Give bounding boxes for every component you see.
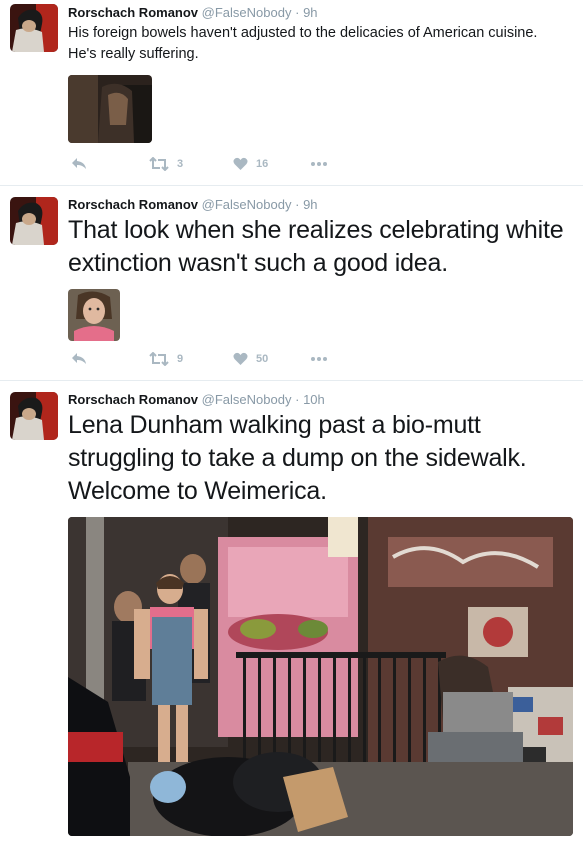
timestamp[interactable]: 9h: [303, 197, 317, 212]
reply-button[interactable]: [71, 155, 87, 173]
heart-icon: [233, 352, 248, 365]
retweet-button[interactable]: 3: [149, 155, 183, 173]
like-button[interactable]: 16: [233, 155, 268, 173]
retweet-icon: [149, 157, 169, 171]
tweet-text: His foreign bowels haven't adjusted to t…: [68, 25, 538, 62]
more-icon: [311, 357, 327, 361]
tweet-1[interactable]: Rorschach Romanov @FalseNobody · 9h His …: [0, 0, 583, 186]
avatar[interactable]: [10, 4, 58, 52]
more-button[interactable]: [310, 350, 328, 368]
separator-dot: ·: [295, 197, 300, 212]
avatar[interactable]: [10, 392, 58, 440]
like-count: 50: [256, 353, 269, 365]
more-icon: [311, 162, 327, 166]
heart-icon: [233, 157, 248, 170]
author-handle[interactable]: @FalseNobody: [202, 197, 292, 212]
media-thumbnail[interactable]: [68, 75, 152, 143]
more-button[interactable]: [310, 155, 328, 173]
tweet-2[interactable]: Rorschach Romanov @FalseNobody · 9h That…: [0, 186, 583, 381]
media-thumbnail[interactable]: [68, 289, 120, 341]
tweet-text: Lena Dunham walking past a bio-mutt stru…: [68, 411, 527, 505]
reply-button[interactable]: [71, 350, 87, 368]
author-handle[interactable]: @FalseNobody: [202, 5, 292, 20]
author-name[interactable]: Rorschach Romanov: [68, 197, 198, 212]
retweet-count: 3: [177, 158, 184, 170]
tweet-actions: 9 50: [68, 350, 368, 370]
tweet-text: That look when she realizes celebrating …: [68, 216, 564, 277]
tweet-actions: 3 16: [68, 155, 368, 175]
author-name[interactable]: Rorschach Romanov: [68, 392, 198, 407]
reply-icon: [72, 158, 86, 169]
retweet-count: 9: [177, 353, 184, 365]
timestamp[interactable]: 9h: [303, 5, 317, 20]
tweet-header: Rorschach Romanov @FalseNobody · 9h: [68, 5, 318, 20]
reply-icon: [72, 353, 86, 364]
author-handle[interactable]: @FalseNobody: [202, 392, 292, 407]
avatar[interactable]: [10, 197, 58, 245]
like-button[interactable]: 50: [233, 350, 268, 368]
timestamp[interactable]: 10h: [303, 392, 325, 407]
separator-dot: ·: [295, 392, 300, 407]
tweet-header: Rorschach Romanov @FalseNobody · 9h: [68, 197, 318, 212]
separator-dot: ·: [295, 5, 300, 20]
tweet-header: Rorschach Romanov @FalseNobody · 10h: [68, 392, 325, 407]
like-count: 16: [256, 158, 269, 170]
media-photo[interactable]: [68, 517, 573, 836]
author-name[interactable]: Rorschach Romanov: [68, 5, 198, 20]
tweet-3[interactable]: Rorschach Romanov @FalseNobody · 10h Len…: [0, 381, 583, 847]
retweet-icon: [149, 352, 169, 366]
retweet-button[interactable]: 9: [149, 350, 183, 368]
